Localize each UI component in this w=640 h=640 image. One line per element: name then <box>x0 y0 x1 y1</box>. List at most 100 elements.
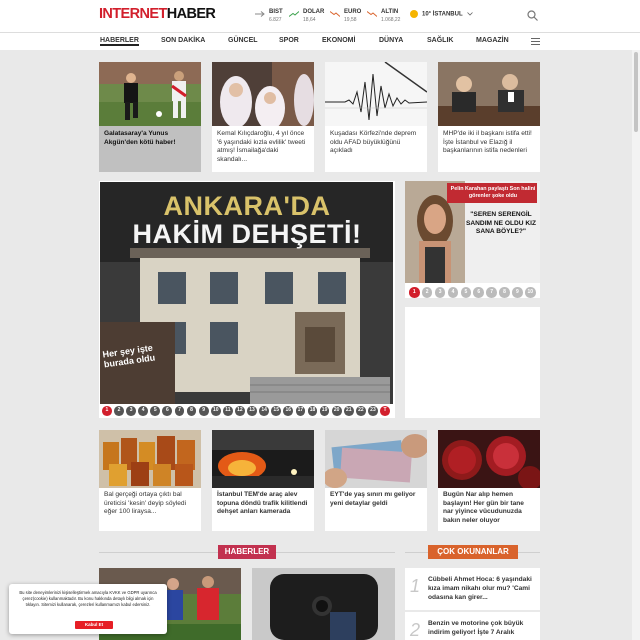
news-title[interactable]: Kuşadası Körfezi'nde deprem oldu AFAD bü… <box>330 130 423 156</box>
pager-dot[interactable]: 11 <box>222 406 233 416</box>
pager-dot[interactable]: 18 <box>307 406 318 416</box>
pager-dot[interactable]: 4 <box>447 287 459 298</box>
down-trend-icon <box>367 11 377 17</box>
side-slider-pagination: 1 2 3 4 5 6 7 8 9 10 <box>409 287 536 298</box>
pager-dot[interactable]: 7 <box>486 287 497 298</box>
cookie-accept-button[interactable]: Kabul Et <box>75 621 113 629</box>
pager-dot[interactable]: 2 <box>114 406 124 416</box>
ticker-name: DOLAR <box>303 9 325 15</box>
sun-icon <box>410 10 418 18</box>
ticker-value: 1.068,22 <box>381 17 401 23</box>
news-card[interactable]: Galatasaray'a Yunus Akgün'den kötü haber… <box>99 62 201 172</box>
nav-saglik[interactable]: SAĞLIK <box>427 37 453 44</box>
pager-dot[interactable]: 17 <box>295 406 306 416</box>
ticker-name: EURO <box>344 9 362 15</box>
nav-spor[interactable]: SPOR <box>279 37 299 44</box>
pager-dot[interactable]: 9 <box>512 287 523 298</box>
pager-dot[interactable]: 4 <box>138 406 149 416</box>
pager-dot[interactable]: 3 <box>434 287 446 298</box>
news-image-pomegranate <box>438 430 540 488</box>
nav-dunya[interactable]: DÜNYA <box>379 37 403 44</box>
top-header: INTERNETHABER BIST 6.827 DOLAR 18,64 EUR… <box>0 0 640 32</box>
pager-dot[interactable]: 7 <box>174 406 185 416</box>
pager-dot[interactable]: 6 <box>162 406 173 416</box>
news-card[interactable] <box>252 568 395 640</box>
section-head-cok-okunanlar[interactable]: ÇOK OKUNANLAR <box>428 545 518 559</box>
most-read-title[interactable]: Cübbeli Ahmet Hoca: 6 yaşındaki kıza ima… <box>428 576 536 602</box>
main-nav: HABERLER SON DAKİKA GÜNCEL SPOR EKONOMİ … <box>0 32 640 50</box>
site-logo[interactable]: INTERNETHABER <box>99 6 216 22</box>
weather-widget[interactable]: 10° İSTANBUL <box>410 10 473 18</box>
nav-haberler[interactable]: HABERLER <box>100 37 139 46</box>
pager-dot[interactable]: 20 <box>331 406 342 416</box>
news-title[interactable]: Bugün Nar alıp hemen başlayın! Her gün b… <box>443 491 536 525</box>
news-card[interactable]: Bal gerçeği ortaya çıktı bal üreticisi '… <box>99 430 201 531</box>
hero-pagination: 1 2 3 4 5 6 7 8 9 10 11 12 13 14 15 16 17 18 19 20 21 22 23 T <box>102 406 390 416</box>
pager-dot[interactable]: 8 <box>499 287 510 298</box>
news-card[interactable]: MHP'de iki il başkanı istifa etti! İşte … <box>438 62 540 172</box>
nav-magazin[interactable]: MAGAZİN <box>476 37 509 44</box>
pager-dot[interactable]: 2 <box>421 287 433 298</box>
news-card[interactable]: Kemal Kılıçdaroğlu, 4 yıl önce '6 yaşınd… <box>212 62 314 172</box>
pager-dot[interactable]: 16 <box>283 406 294 416</box>
most-read-title[interactable]: Benzin ve motorine çok büyük indirim gel… <box>428 620 536 638</box>
news-title[interactable]: İstanbul TEM'de araç alev topuna döndü t… <box>217 491 310 517</box>
pager-dot[interactable]: 21 <box>343 406 354 416</box>
most-read-item[interactable]: 1 Cübbeli Ahmet Hoca: 6 yaşındaki kıza i… <box>405 568 540 610</box>
most-read-rank: 1 <box>410 576 421 596</box>
pager-dot[interactable]: 12 <box>235 406 245 416</box>
menu-icon[interactable] <box>531 38 540 45</box>
news-card[interactable]: EYT'de yaş sınırı mı geliyor yeni detayl… <box>325 430 427 531</box>
news-title[interactable]: Galatasaray'a Yunus Akgün'den kötü haber… <box>104 130 197 147</box>
pager-dot[interactable]: 15 <box>271 406 282 416</box>
ticker-name: ALTIN <box>381 9 399 15</box>
hero-slider[interactable]: ANKARA'DA HAKİM DEHŞETİ! Her şey işte bu… <box>99 181 395 418</box>
pager-dot[interactable]: 5 <box>150 406 161 416</box>
pager-dot[interactable]: 6 <box>473 287 485 298</box>
news-image-football <box>99 62 201 126</box>
pager-dot[interactable]: 13 <box>247 406 257 416</box>
nav-guncel[interactable]: GÜNCEL <box>228 37 258 44</box>
pager-dot[interactable]: 19 <box>319 406 330 416</box>
pager-dot[interactable]: 10 <box>210 406 221 416</box>
ad-placeholder <box>405 307 540 418</box>
pager-dot[interactable]: 3 <box>126 406 136 416</box>
news-title[interactable]: Kemal Kılıçdaroğlu, 4 yıl önce '6 yaşınd… <box>217 130 310 164</box>
pager-dot[interactable]: 1 <box>102 406 112 416</box>
pager-dot[interactable]: 8 <box>186 406 197 416</box>
logo-part-haber: HABER <box>166 6 216 22</box>
pager-dot[interactable]: 22 <box>355 406 366 416</box>
nav-son-dakika[interactable]: SON DAKİKA <box>161 37 205 44</box>
logo-part-internet: INTERNET <box>99 6 167 22</box>
nav-ekonomi[interactable]: EKONOMİ <box>322 37 355 44</box>
search-icon[interactable] <box>527 10 538 21</box>
most-read-item[interactable]: 2 Benzin ve motorine çok büyük indirim g… <box>405 612 540 640</box>
pager-dot[interactable]: T <box>380 406 390 416</box>
section-head-haberler[interactable]: HABERLER <box>218 545 276 559</box>
pager-dot[interactable]: 10 <box>525 287 536 298</box>
side-slider-quote: "SEREN SERENGİL SANDIM NE OLDU KIZ SANA … <box>466 211 536 235</box>
pager-dot[interactable]: 14 <box>259 406 270 416</box>
news-card[interactable]: İstanbul TEM'de araç alev topuna döndü t… <box>212 430 314 531</box>
news-title[interactable]: Bal gerçeği ortaya çıktı bal üreticisi '… <box>104 491 197 517</box>
pager-dot[interactable]: 9 <box>198 406 209 416</box>
ticker-value: 6.827 <box>269 17 282 23</box>
scrollbar[interactable] <box>632 50 640 640</box>
news-card[interactable]: Kuşadası Körfezi'nde deprem oldu AFAD bü… <box>325 62 427 172</box>
pager-dot[interactable]: 23 <box>368 406 378 416</box>
down-trend-icon <box>330 11 340 17</box>
side-slider-banner: Pelin Karahan paylaştı Son halini görenl… <box>450 186 536 199</box>
pager-dot[interactable]: 1 <box>409 287 420 298</box>
news-title[interactable]: EYT'de yaş sınırı mı geliyor yeni detayl… <box>330 491 423 508</box>
news-image-car-fire <box>212 430 314 488</box>
scrollbar-thumb[interactable] <box>634 52 638 132</box>
news-title[interactable]: MHP'de iki il başkanı istifa etti! İşte … <box>443 130 536 156</box>
news-card[interactable]: Bugün Nar alıp hemen başlayın! Her gün b… <box>438 430 540 531</box>
news-image-photographer <box>252 568 395 640</box>
ticker-name: BIST <box>269 9 283 15</box>
flat-arrow-icon <box>255 11 265 17</box>
pager-dot[interactable]: 5 <box>460 287 472 298</box>
chevron-down-icon <box>467 12 473 16</box>
news-image-girls <box>212 62 314 126</box>
side-slider[interactable]: Pelin Karahan paylaştı Son halini görenl… <box>405 181 540 298</box>
